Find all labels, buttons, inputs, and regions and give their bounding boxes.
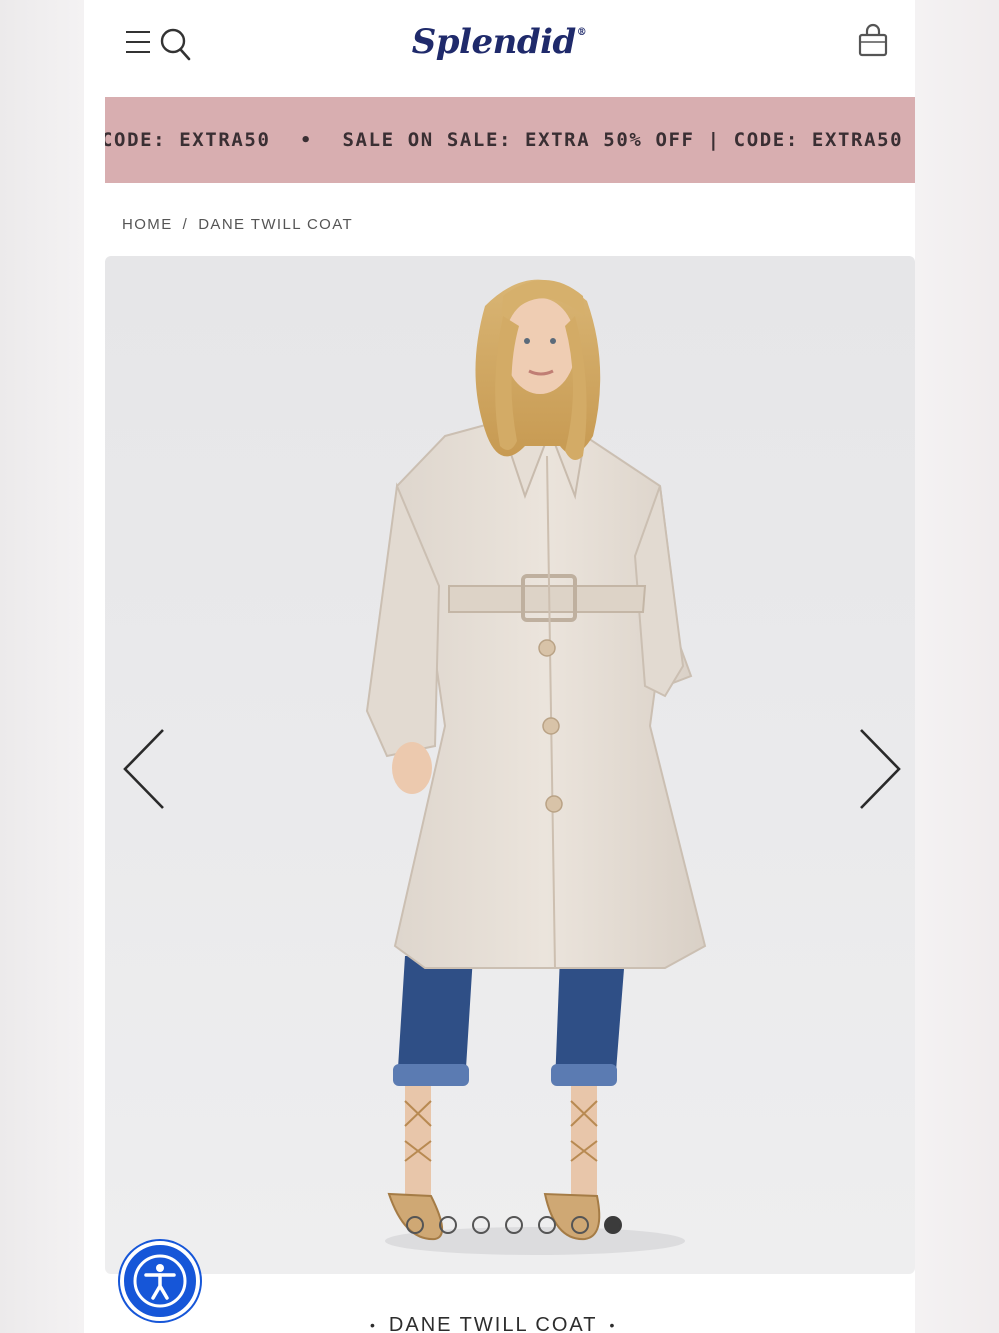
title-bullet: • (370, 1317, 377, 1333)
carousel-dot[interactable] (571, 1216, 589, 1234)
carousel-dot[interactable] (472, 1216, 490, 1234)
accessibility-icon (133, 1254, 187, 1308)
brand-logo[interactable]: Splendid ® (404, 14, 594, 70)
promo-separator: • (300, 129, 313, 151)
shopping-bag-icon[interactable] (856, 22, 890, 60)
previous-image-arrow-icon[interactable] (119, 724, 171, 814)
site-header: Splendid ® (84, 0, 915, 92)
promo-marquee: CODE: EXTRA50 • SALE ON SALE: EXTRA 50% … (105, 97, 903, 183)
breadcrumb-home-link[interactable]: HOME (122, 216, 173, 233)
logo-registered-mark: ® (576, 26, 587, 38)
carousel-dot[interactable] (538, 1216, 556, 1234)
breadcrumb-separator: / (182, 215, 189, 233)
accessibility-button[interactable] (120, 1241, 200, 1321)
carousel-pagination (105, 1216, 915, 1238)
breadcrumb-current: DANE TWILL COAT (198, 215, 354, 233)
mobile-screen: Splendid ® CODE: EXTRA50 • SALE ON SALE: … (84, 0, 915, 1333)
product-title: • DANE TWILL COAT • (370, 1311, 616, 1333)
logo-text: Splendid (411, 22, 577, 62)
product-image-carousel[interactable] (105, 256, 915, 1274)
carousel-dot-active[interactable] (604, 1216, 622, 1234)
search-icon[interactable] (156, 24, 192, 62)
carousel-dot[interactable] (439, 1216, 457, 1234)
title-bullet: • (609, 1317, 617, 1333)
menu-icon[interactable] (124, 28, 154, 58)
carousel-dot[interactable] (505, 1216, 523, 1234)
promo-text: SALE ON SALE: EXTRA 50% OFF | CODE: EXTR… (342, 129, 904, 151)
promo-text: CODE: EXTRA50 (105, 129, 271, 151)
promo-banner[interactable]: CODE: EXTRA50 • SALE ON SALE: EXTRA 50% … (105, 97, 915, 183)
carousel-dot[interactable] (406, 1216, 424, 1234)
breadcrumb: HOME / DANE TWILL COAT (122, 212, 353, 236)
product-name: DANE TWILL COAT (388, 1313, 598, 1333)
product-photo (365, 279, 707, 1255)
next-image-arrow-icon[interactable] (853, 724, 905, 814)
